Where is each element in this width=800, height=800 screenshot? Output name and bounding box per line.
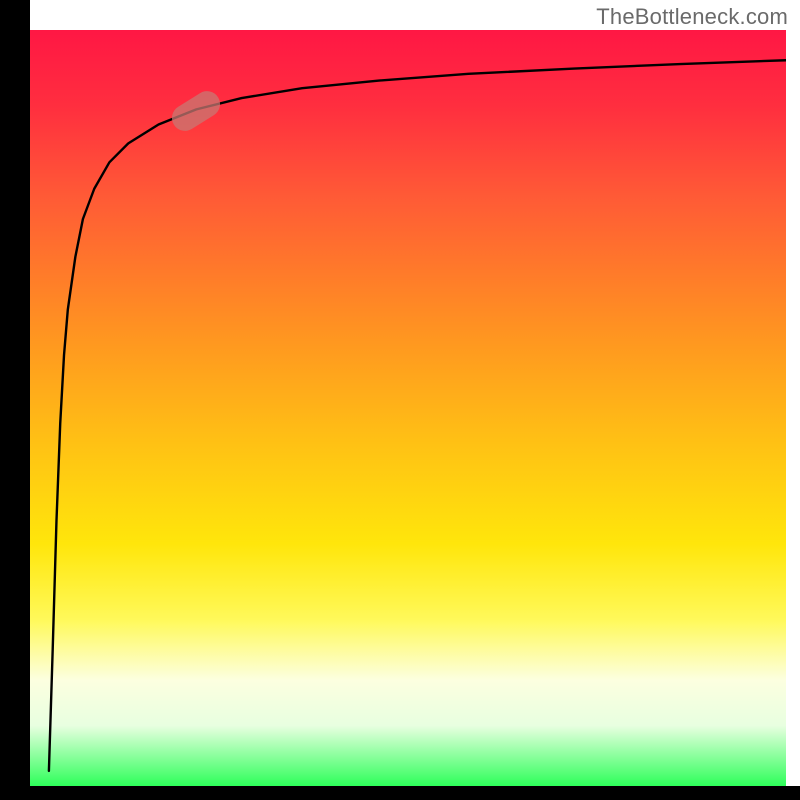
x-axis-bar — [0, 786, 800, 800]
chart-stage: TheBottleneck.com — [0, 0, 800, 800]
highlight-marker — [167, 86, 225, 136]
plot-area — [30, 30, 786, 786]
watermark-text: TheBottleneck.com — [596, 4, 788, 30]
y-axis-bar — [0, 0, 30, 786]
bottleneck-curve — [49, 60, 786, 771]
curve-layer — [30, 30, 786, 786]
